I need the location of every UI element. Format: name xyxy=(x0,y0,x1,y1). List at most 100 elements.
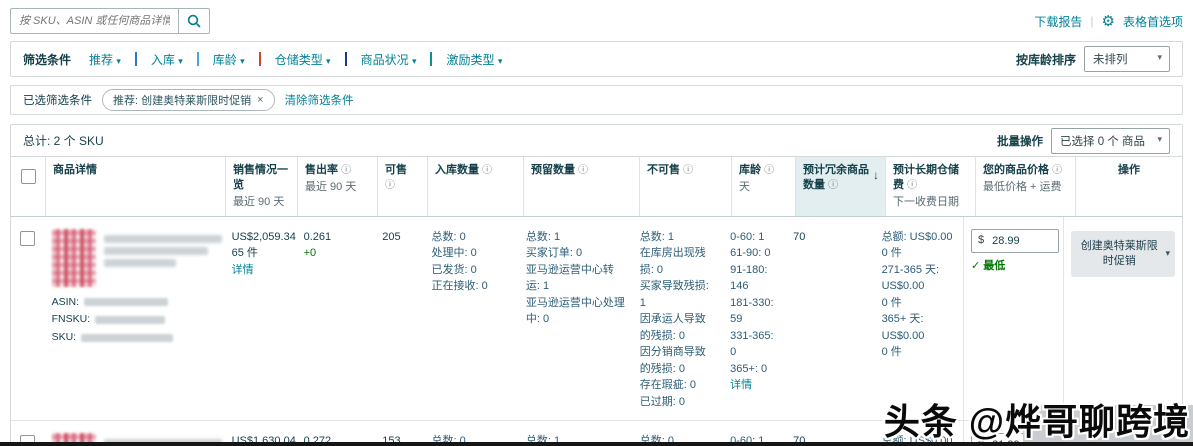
stat-line: 存在瑕疵: 0 xyxy=(639,379,696,392)
info-icon[interactable]: ⓘ xyxy=(764,165,774,176)
sales-amount: US$2,059.34 xyxy=(231,230,296,243)
currency-symbol: $ xyxy=(978,234,985,247)
filter-inbound[interactable]: 入库 ▾ xyxy=(151,51,183,68)
chevron-down-icon: ▾ xyxy=(1157,52,1162,62)
filter-divider xyxy=(134,52,137,66)
filter-incentive-type[interactable]: 激励类型 ▾ xyxy=(446,51,502,68)
age-details-link[interactable]: 详情 xyxy=(730,379,752,391)
header-reserved: 预留数量 ⓘ xyxy=(523,157,639,216)
product-title-redacted xyxy=(103,229,222,287)
table-preferences-link[interactable]: 表格首选项 xyxy=(1123,13,1183,30)
header-estimated-excess[interactable]: 预计冗余商品数量 ⓘ ↓ xyxy=(795,157,885,216)
table-row: ASIN: FNSKU: SKU: US$2,059.34 65 件 详情 0.… xyxy=(11,216,1182,422)
age-cell: 0-60: 1 61-90: 0 91-180: 146 181-330: 59… xyxy=(723,217,786,421)
row-checkbox[interactable] xyxy=(20,230,36,246)
action-cell: 创建奥特莱斯限时促销 ▾ xyxy=(1063,216,1182,421)
chevron-down-icon: ▾ xyxy=(326,55,331,66)
stat-line: 总数: 1 xyxy=(525,230,561,243)
stat-line: 买家订单: 0 xyxy=(525,247,583,260)
reserved-cell: 总数: 1 买家订单: 0 亚马逊运营中心转运: 1 亚马逊运营中心处理中: 0 xyxy=(519,217,633,421)
stat-line: 181-330: 59 xyxy=(730,296,774,326)
top-bar: 下载报告 | ⚙ 表格首选项 xyxy=(10,6,1183,36)
close-icon[interactable]: × xyxy=(257,94,263,106)
sell-through-rate: 0.261 xyxy=(303,230,332,243)
stat-line: 271-365 天: US$0.00 xyxy=(881,263,940,293)
header-price: 您的商品价格 ⓘ 最低价格 + 运费 xyxy=(975,157,1075,216)
asin-label: ASIN: xyxy=(51,295,80,308)
stat-line: 总额: US$0.00 xyxy=(881,230,953,243)
stat-line: 已过期: 0 xyxy=(639,395,685,408)
stat-line: 处理中: 0 xyxy=(431,247,477,260)
download-report-link[interactable]: 下载报告 xyxy=(1034,13,1082,30)
sales-cell: US$2,059.34 65 件 详情 xyxy=(225,217,297,421)
search-button[interactable] xyxy=(178,8,210,34)
filter-divider xyxy=(344,52,347,66)
stat-line: 0 件 xyxy=(881,296,902,309)
stat-line: 因承运人导致的残损: 0 xyxy=(639,313,706,342)
sku-value-redacted xyxy=(81,333,174,342)
filter-recommendations[interactable]: 推荐 ▾ xyxy=(89,51,121,68)
price-input-wrap: $ xyxy=(971,228,1059,253)
stat-line: 已发货: 0 xyxy=(431,263,477,276)
lowest-price-badge: 最低 xyxy=(983,259,1006,272)
age-sort-select[interactable]: 未排列 ▾ xyxy=(1084,46,1170,72)
select-all-checkbox[interactable] xyxy=(20,169,36,184)
clear-filters-link[interactable]: 清除筛选条件 xyxy=(285,92,354,108)
filter-divider xyxy=(196,52,199,66)
info-icon[interactable]: ⓘ xyxy=(341,165,351,176)
stat-line: 正在接收: 0 xyxy=(431,280,488,293)
fnsku-value-redacted xyxy=(95,316,166,325)
sell-through-delta: +0 xyxy=(303,247,317,260)
info-icon[interactable]: ⓘ xyxy=(1052,165,1062,176)
header-age: 库龄 ⓘ 天 xyxy=(731,157,795,216)
bottom-bar xyxy=(0,442,1193,446)
search-bar xyxy=(10,8,210,34)
chevron-down-icon: ▾ xyxy=(1157,133,1162,144)
gear-icon: ⚙ xyxy=(1101,12,1115,30)
filter-divider xyxy=(258,52,261,66)
create-outlet-deal-button[interactable]: 创建奥特莱斯限时促销 ▾ xyxy=(1071,230,1175,277)
links-divider: | xyxy=(1090,14,1094,28)
search-icon xyxy=(187,14,201,28)
search-input[interactable] xyxy=(10,8,178,34)
sort-descending-icon[interactable]: ↓ xyxy=(873,167,879,183)
summary-row: 总计: 2 个 SKU 批量操作 已选择 0 个 商品 ▾ xyxy=(11,125,1182,157)
chevron-down-icon: ▾ xyxy=(178,55,183,66)
header-available: 可售 ⓘ xyxy=(377,157,427,216)
chevron-down-icon: ▾ xyxy=(116,55,121,66)
header-sales: 销售情况一览 最近 90 天 xyxy=(225,157,297,216)
info-icon[interactable]: ⓘ xyxy=(828,180,838,191)
stat-line: 365+ 天: US$0.00 xyxy=(881,313,925,342)
price-input[interactable] xyxy=(992,234,1047,247)
header-ltsf: 预计长期仓储费 ⓘ 下一收费日期 xyxy=(885,157,975,216)
estimated-excess-cell: 70 xyxy=(793,230,806,243)
info-icon[interactable]: ⓘ xyxy=(385,180,395,191)
filter-storage-type[interactable]: 仓储类型 ▾ xyxy=(275,51,331,68)
available-cell: 205 xyxy=(382,230,401,243)
bulk-actions: 批量操作 已选择 0 个 商品 ▾ xyxy=(997,127,1170,154)
sort-area: 按库龄排序 未排列 ▾ xyxy=(1016,46,1170,72)
filters-label: 筛选条件 xyxy=(23,52,72,67)
bulk-action-select[interactable]: 已选择 0 个 商品 ▾ xyxy=(1051,127,1170,154)
header-product: 商品详情 xyxy=(45,157,225,216)
product-cell: ASIN: FNSKU: SKU: xyxy=(45,217,225,421)
filter-age[interactable]: 库龄 ▾ xyxy=(213,51,245,68)
chevron-down-icon: ▾ xyxy=(1165,248,1170,259)
stat-line: 因分销商导致的残损: 0 xyxy=(639,346,706,375)
stat-line: 0 件 xyxy=(881,346,902,359)
info-icon[interactable]: ⓘ xyxy=(907,180,917,191)
applied-filter-chip[interactable]: 推荐: 创建奥特莱斯限时促销 × xyxy=(102,89,275,111)
sort-label: 按库龄排序 xyxy=(1015,52,1076,67)
info-icon[interactable]: ⓘ xyxy=(683,165,693,176)
filter-condition[interactable]: 商品状况 ▾ xyxy=(361,51,417,68)
applied-filters-bar: 已选筛选条件 推荐: 创建奥特莱斯限时促销 × 清除筛选条件 xyxy=(10,85,1183,115)
info-icon[interactable]: ⓘ xyxy=(482,165,492,176)
ltsf-cell: 总额: US$0.00 0 件 271-365 天: US$0.00 0 件 3… xyxy=(875,217,963,421)
chevron-down-icon: ▾ xyxy=(411,55,417,66)
sales-details-link[interactable]: 详情 xyxy=(232,264,254,276)
stat-line: 331-365: 0 xyxy=(730,329,774,359)
unfulfillable-cell: 总数: 1 在库房出现残损: 0 买家导致残损: 1 因承运人导致的残损: 0 … xyxy=(633,217,723,421)
info-icon[interactable]: ⓘ xyxy=(578,165,588,176)
table-header: 商品详情 销售情况一览 最近 90 天 售出率 ⓘ 最近 90 天 可售 ⓘ 入… xyxy=(11,157,1182,217)
filter-bar: 筛选条件 推荐 ▾ 入库 ▾ 库龄 ▾ 仓储类型 ▾ 商品状况 ▾ 激励类型 ▾… xyxy=(10,41,1183,77)
